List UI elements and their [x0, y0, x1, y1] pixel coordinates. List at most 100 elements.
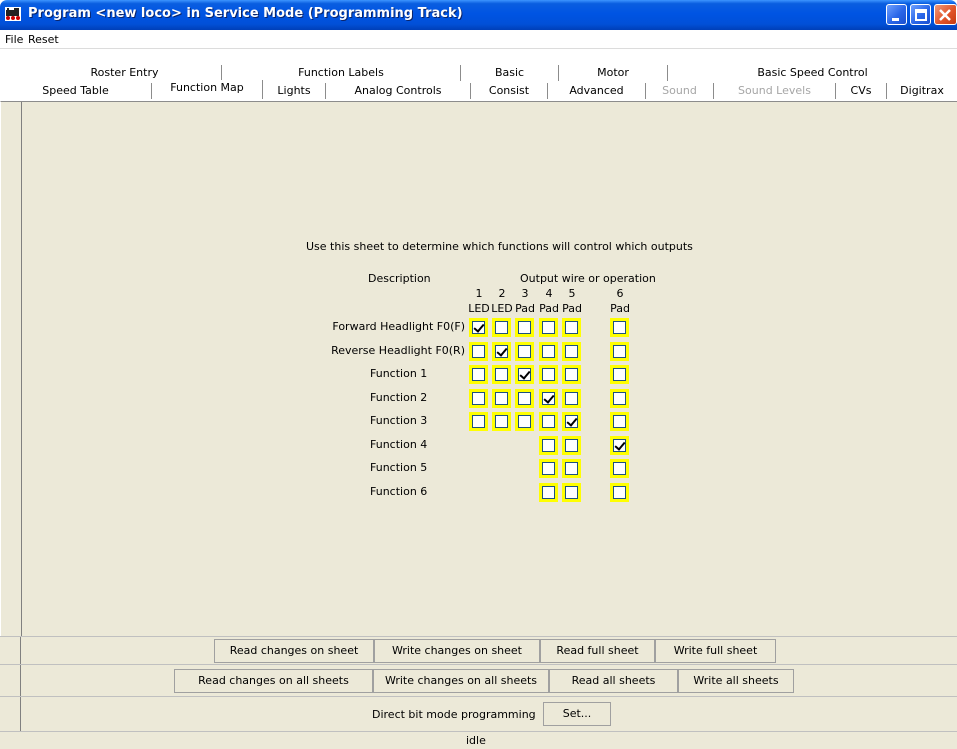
write-full-sheet-button[interactable]: Write full sheet: [655, 639, 776, 663]
function-output-checkbox[interactable]: [562, 365, 581, 384]
tab-digitrax[interactable]: Digitrax: [887, 83, 957, 99]
function-output-checkbox[interactable]: [492, 412, 511, 431]
sheet-intro: Use this sheet to determine which functi…: [306, 240, 693, 253]
function-output-checkbox[interactable]: [539, 412, 558, 431]
menu-reset[interactable]: Reset: [28, 33, 59, 46]
function-output-checkbox[interactable]: [515, 318, 534, 337]
output-number: 1: [475, 287, 483, 300]
function-row-label: Function 4: [370, 437, 428, 451]
output-type: Pad: [539, 302, 559, 315]
function-output-checkbox[interactable]: [610, 435, 629, 455]
function-output-checkbox[interactable]: [562, 388, 581, 408]
function-output-checkbox[interactable]: [539, 365, 558, 384]
function-output-checkbox[interactable]: [469, 412, 488, 431]
menu-file[interactable]: File: [5, 33, 23, 46]
function-row-label: Function 6: [370, 484, 428, 498]
read-full-sheet-button[interactable]: Read full sheet: [540, 639, 655, 663]
tab-consist[interactable]: Consist: [471, 83, 548, 99]
close-icon: [939, 9, 951, 21]
output-number: 5: [568, 287, 576, 300]
window-title: Program <new loco> in Service Mode (Prog…: [28, 6, 463, 21]
function-output-checkbox[interactable]: [515, 412, 534, 431]
function-output-checkbox[interactable]: [610, 341, 629, 361]
output-number: 6: [616, 287, 624, 300]
function-output-checkbox[interactable]: [610, 482, 629, 502]
function-output-checkbox[interactable]: [539, 388, 558, 408]
function-output-checkbox[interactable]: [469, 388, 488, 408]
tab-motor[interactable]: Motor: [559, 65, 668, 81]
output-number: 2: [498, 287, 506, 300]
function-output-checkbox[interactable]: [539, 435, 558, 455]
function-output-checkbox[interactable]: [610, 412, 629, 431]
tab-advanced[interactable]: Advanced: [548, 83, 646, 99]
write-changes-sheet-button[interactable]: Write changes on sheet: [374, 639, 540, 663]
minimize-button[interactable]: [886, 4, 907, 25]
function-output-checkbox[interactable]: [610, 388, 629, 408]
function-output-checkbox[interactable]: [539, 482, 558, 502]
function-output-checkbox[interactable]: [539, 459, 558, 478]
function-row-label: Function 5: [370, 461, 428, 474]
output-type: LED: [491, 302, 513, 315]
function-output-checkbox[interactable]: [610, 318, 629, 337]
tab-cvs[interactable]: CVs: [836, 83, 887, 99]
menu-bar: File Reset: [0, 30, 957, 49]
function-output-checkbox[interactable]: [539, 341, 558, 361]
close-button[interactable]: [934, 4, 957, 25]
status-bar: idle: [0, 731, 957, 749]
tab-sound-levels: Sound Levels: [714, 83, 836, 99]
function-output-checkbox[interactable]: [492, 388, 511, 408]
output-number: 3: [521, 287, 529, 300]
minimize-icon: [892, 18, 899, 21]
tab-speed-table[interactable]: Speed Table: [0, 83, 152, 99]
all-sheets-buttons: Read changes on all sheets Write changes…: [0, 664, 957, 696]
function-output-checkbox[interactable]: [562, 435, 581, 455]
output-type: Pad: [610, 302, 630, 315]
mode-row: Direct bit mode programming Set...: [0, 696, 957, 731]
locomotive-icon: [5, 7, 21, 21]
read-changes-sheet-button[interactable]: Read changes on sheet: [214, 639, 374, 663]
function-output-checkbox[interactable]: [562, 459, 581, 478]
tab-analog-controls[interactable]: Analog Controls: [326, 83, 471, 99]
output-header: Output wire or operation: [520, 272, 656, 285]
function-output-checkbox[interactable]: [515, 388, 534, 408]
function-output-checkbox[interactable]: [562, 412, 581, 431]
tab-lights[interactable]: Lights: [263, 83, 326, 99]
tab-function-labels[interactable]: Function Labels: [222, 65, 461, 81]
function-output-checkbox[interactable]: [469, 341, 488, 361]
function-output-checkbox[interactable]: [492, 341, 511, 361]
tab-sound: Sound: [646, 83, 714, 99]
function-output-checkbox[interactable]: [492, 318, 511, 337]
function-output-checkbox[interactable]: [562, 482, 581, 502]
read-changes-all-button[interactable]: Read changes on all sheets: [174, 669, 373, 693]
function-output-checkbox[interactable]: [562, 341, 581, 361]
write-changes-all-button[interactable]: Write changes on all sheets: [373, 669, 549, 693]
maximize-icon: [915, 9, 927, 21]
function-row-label: Reverse Headlight F0(R): [331, 343, 465, 357]
function-output-checkbox[interactable]: [539, 318, 558, 337]
function-row-label: Function 2: [370, 390, 428, 404]
function-output-checkbox[interactable]: [469, 365, 488, 384]
function-output-checkbox[interactable]: [492, 365, 511, 384]
function-output-checkbox[interactable]: [515, 365, 534, 384]
programming-mode-label: Direct bit mode programming: [372, 708, 536, 721]
function-row-label: Function 1: [370, 367, 428, 380]
function-row-label: Forward Headlight F0(F): [332, 320, 465, 333]
tab-basic-speed-control[interactable]: Basic Speed Control: [668, 65, 957, 81]
output-number: 4: [545, 287, 553, 300]
tab-roster-entry[interactable]: Roster Entry: [28, 65, 222, 81]
read-all-button[interactable]: Read all sheets: [549, 669, 678, 693]
write-all-button[interactable]: Write all sheets: [678, 669, 794, 693]
function-output-checkbox[interactable]: [515, 341, 534, 361]
function-output-checkbox[interactable]: [469, 318, 488, 337]
tab-basic[interactable]: Basic: [461, 65, 559, 81]
function-output-checkbox[interactable]: [562, 318, 581, 337]
tab-function-map[interactable]: Function Map: [152, 80, 263, 99]
maximize-button[interactable]: [910, 4, 931, 25]
title-bar: Program <new loco> in Service Mode (Prog…: [0, 0, 957, 30]
set-mode-button[interactable]: Set...: [543, 702, 611, 726]
function-output-checkbox[interactable]: [610, 365, 629, 384]
sheet-buttons: Read changes on sheet Write changes on s…: [0, 636, 957, 664]
function-output-checkbox[interactable]: [610, 459, 629, 478]
status-text: idle: [466, 734, 486, 747]
tab-strip: Roster Entry Function Labels Basic Motor…: [0, 49, 957, 101]
